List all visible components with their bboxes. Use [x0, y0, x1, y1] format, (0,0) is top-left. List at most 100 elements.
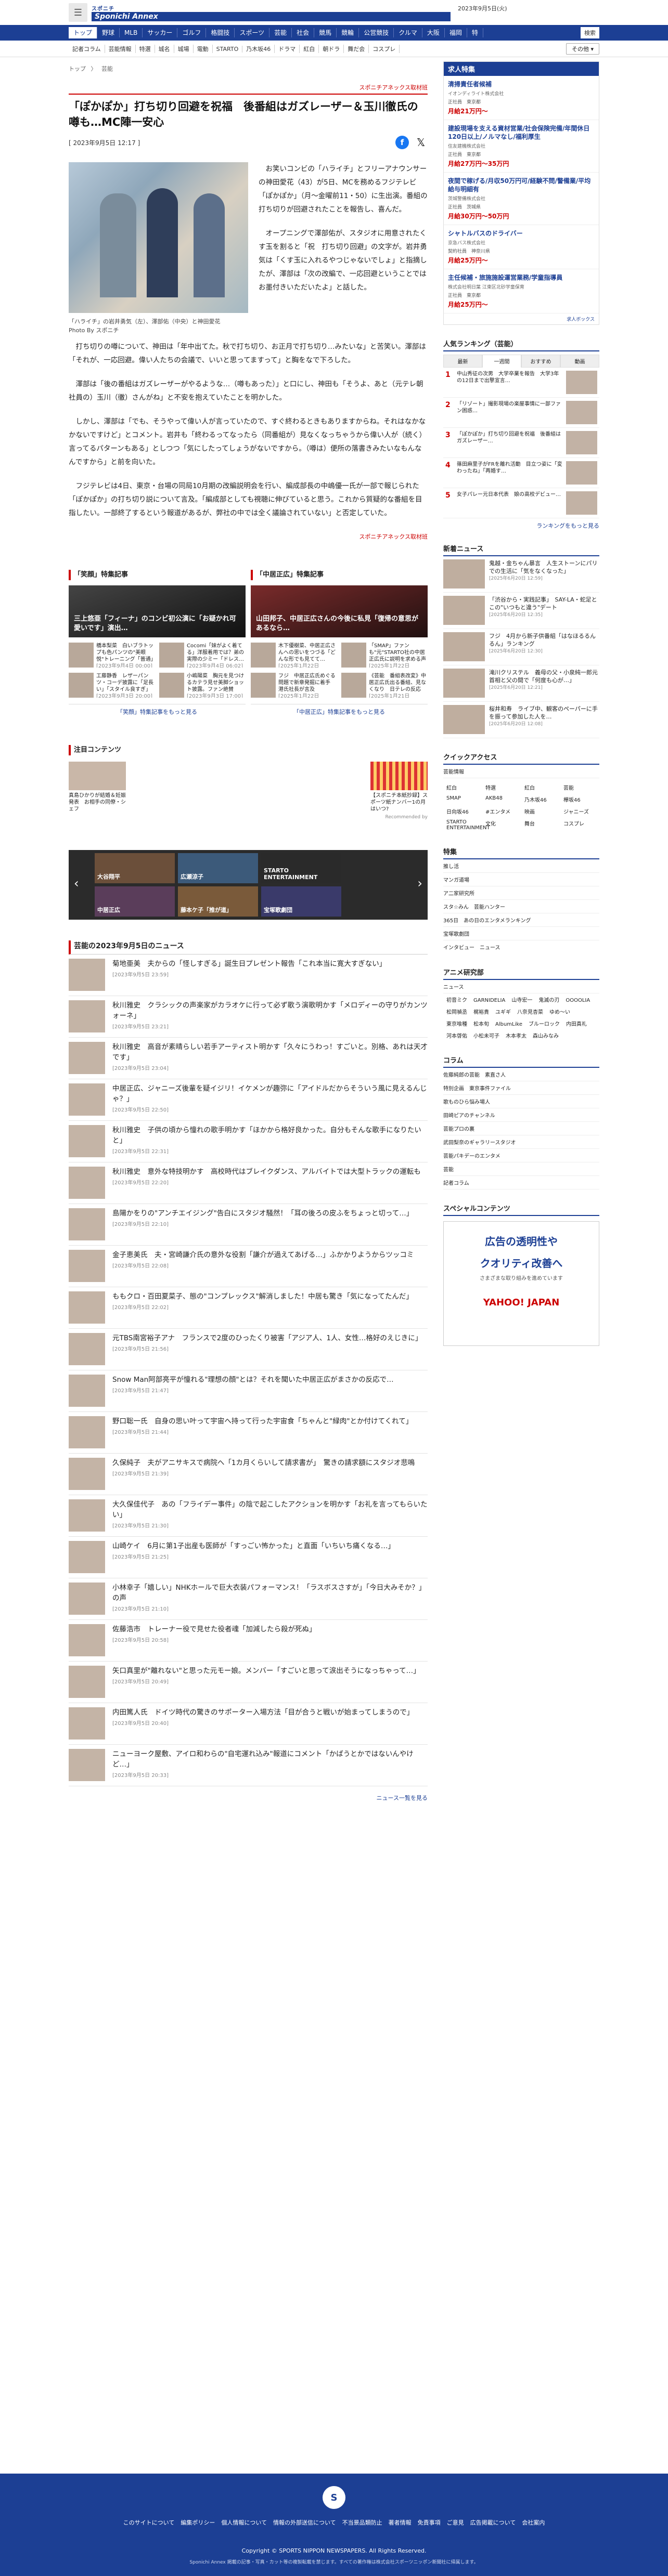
box-hero[interactable]: 山田邦子、中居正広さんの今後に私見「復帰の意思があるなら… [251, 585, 428, 637]
quick-link[interactable]: STARTO ENTERTAINMENT [443, 817, 490, 833]
column-link[interactable]: 武田梨奈のギャラリースタジオ [443, 1135, 599, 1149]
box-more-link[interactable]: 「笑顔」特集記事をもっと見る [69, 704, 246, 716]
column-link[interactable]: 芸能 [443, 1162, 599, 1176]
anime-tag[interactable]: 梶裕貴 [470, 1005, 492, 1017]
nav-item[interactable]: 福岡 [445, 28, 467, 37]
quick-link[interactable]: 文化 [482, 817, 521, 833]
anime-tag[interactable]: 八奈見杏菜 [514, 1005, 546, 1017]
news-item[interactable]: 秋川雅史 意外な特技明かす 高校時代はブレイクダンス、アルバイトでは大型トラック… [69, 1162, 428, 1204]
site-logo[interactable]: スポニチ Sponichi Annex [92, 4, 451, 21]
box-item[interactable]: 工藤静香 レザーパンツ・コーデ披露に「足長い」「スタイル良すぎ」 [2023年9月… [69, 673, 155, 698]
news-item[interactable]: 山崎ケイ 6月に第1子出産も医師が「すっごい怖かった」と直面「いちいち痛くなる…… [69, 1537, 428, 1578]
anime-tag[interactable]: GARNIDELIA [470, 996, 508, 1005]
nav-item[interactable]: 芸能 [269, 28, 292, 37]
subnav-item[interactable]: 城場 [174, 45, 194, 53]
column-link[interactable]: 歌ものひら悩み場人 [443, 1095, 599, 1108]
box-item[interactable]: フジ 中居正広氏めぐる問題で新章発掘に着手 港氏社長が言及 [2025年1月22日… [251, 673, 337, 698]
subnav-item[interactable]: 紅白 [300, 45, 319, 53]
breadcrumb-category[interactable]: 芸能 [101, 66, 113, 72]
quick-link[interactable]: 芸能 [560, 781, 599, 793]
news-item[interactable]: 佐藤浩市 トレーナー役で見せた役者魂「加減したら殺が死ぬ」 [2023年9月5日 … [69, 1620, 428, 1662]
notice-card[interactable]: 【スポニチ本紙抄録】スポーツ紙ナンバー1の月はいつ? [370, 762, 428, 813]
news-item[interactable]: Snow Man阿部亮平が憧れる"理想の顔"とは？それを聞いた中居正広がまさかの… [69, 1370, 428, 1412]
news-item[interactable]: 秋川雅史 クラシックの声楽家がカラオケに行って必ず歌う演歌明かす「メロディーの守… [69, 996, 428, 1038]
quick-link[interactable]: 特選 [482, 781, 521, 793]
anime-tag[interactable]: ブルーロック [525, 1017, 563, 1029]
subnav-item[interactable]: 電動 [194, 45, 213, 53]
carousel-item[interactable]: 大谷翔平 [95, 853, 175, 883]
quick-sub[interactable]: 芸能情報 [443, 765, 599, 778]
feature-link[interactable]: ア二家研究所 [443, 886, 599, 900]
quick-link[interactable]: 映画 [521, 805, 560, 817]
news-item[interactable]: 久保純子 夫がアニサキスで病院へ「1カ月くらいして請求書が」 驚きの請求額にスタ… [69, 1454, 428, 1495]
subnav-item[interactable]: 記者コラム [69, 45, 105, 53]
nav-item[interactable]: スポーツ [235, 28, 270, 37]
box-item[interactable]: 「SMAP」ファンも"元"STARTO社の中居正広氏に説明を求める声 [2025年… [341, 643, 428, 668]
menu-icon[interactable]: ☰ [69, 3, 87, 22]
news-item[interactable]: ニューヨーク屋敷、アイロ和わらの"自宅運れ込み"報道にコメント「かばうとかではな… [69, 1745, 428, 1786]
job-item[interactable]: シャトルバスのドライバー 京急バス株式会社 契約社員 神奈川県 月給25万円～ [444, 225, 599, 269]
quick-link[interactable]: #エンタメ [482, 805, 521, 817]
anime-tag[interactable]: 松本旬 [470, 1017, 492, 1029]
column-link[interactable]: 田崎ピアのチャンネル [443, 1108, 599, 1122]
ranking-tab[interactable]: 動画 [560, 355, 599, 368]
footer-link[interactable]: 会社案内 [522, 2518, 545, 2527]
carousel-item[interactable]: 広瀬涼子 [178, 853, 258, 883]
box-more-link[interactable]: 「中居正広」特集記事をもっと見る [251, 704, 428, 716]
footer-link[interactable]: 不当景品類防止 [342, 2518, 382, 2527]
box-item[interactable]: 《芸能 番組表改変》中居正広氏出る番組、見なくなり 日テレの反応 [2025年1月… [341, 673, 428, 698]
ranking-item[interactable]: 5 女子パレー元日本代表 娘の高校デビュー… [443, 488, 599, 518]
job-box-footer[interactable]: 求人ボックス [444, 313, 599, 324]
quick-link[interactable]: 乃木坂46 [521, 793, 560, 805]
anime-tag[interactable]: 山寺宏一 [508, 993, 535, 1005]
news-item[interactable]: 小林幸子「嬉しい」NHKホールで巨大衣装パフォーマンス！「ラスボスさすが」「今日… [69, 1578, 428, 1620]
side-news-item[interactable]: 滝川クリステル 義母の父・小泉純一郎元首相と父の間で「何度も心が…」 [2025年… [443, 665, 599, 702]
job-item[interactable]: 夜間で稼げる/月収50万円可/経験不問/警備業/平均給与明細有 茨城警備株式会社正… [444, 173, 599, 225]
news-item[interactable]: 島陽かをりの"アンチエイジング"告白にスタジオ騒然！「耳の後ろの皮ふをちょっと切… [69, 1204, 428, 1246]
nav-item[interactable]: 社会 [292, 28, 315, 37]
nav-item[interactable]: 特 [467, 28, 483, 37]
carousel-item[interactable]: 中居正広 [95, 886, 175, 917]
quick-link[interactable]: 欅坂46 [560, 793, 599, 805]
footer-link[interactable]: 編集ポリシー [181, 2518, 215, 2527]
ranking-item[interactable]: 1 中山秀征の次男 大学卒業を報告 大学3年の12日まで出撃宣言… [443, 368, 599, 398]
nav-item[interactable]: ゴルフ [177, 28, 207, 37]
ad-banner[interactable]: 広告の透明性や クオリティ改善へ さまざまな取り組みを進めています YAHOO!… [443, 1221, 599, 1346]
footer-link[interactable]: 免責事項 [418, 2518, 441, 2527]
column-link[interactable]: 記者コラム [443, 1176, 599, 1189]
feature-link[interactable]: 宝塚歌劇団 [443, 927, 599, 940]
side-news-item[interactable]: 鬼越・金ちゃん暴言 人生ストーンにパリでの生活に「気をなくなった」 [2025年6… [443, 556, 599, 593]
ranking-tab[interactable]: おすすめ [521, 355, 560, 368]
anime-tag[interactable]: 鬼滅の刃 [535, 993, 562, 1005]
ranking-item[interactable]: 2 「リゾート」撮影現場の楽屋事情に一部ファン困惑… [443, 398, 599, 428]
news-item[interactable]: 中居正広、ジャニーズ後輩を疑イジリ！イケメンが趣弥に「アイドルだからそういう風に… [69, 1079, 428, 1121]
quick-link[interactable]: コスプレ [560, 817, 599, 833]
anime-tag[interactable]: 松岡禎丞 [443, 1005, 470, 1017]
breadcrumb-top[interactable]: トップ [69, 66, 86, 72]
x-share-icon[interactable]: 𝕏 [414, 136, 428, 149]
subnav-item[interactable]: コスプレ [369, 45, 400, 53]
search-button[interactable]: 検索 [581, 27, 599, 38]
box-hero[interactable]: 三上悠亜「フィーナ」のコンビ初公演に「お疑かれ可愛いです」演出… [69, 585, 246, 637]
footer-link[interactable]: 広告掲載について [470, 2518, 516, 2527]
job-item[interactable]: 建設現場を支える資材営業/社会保険完備/年間休日120日以上/ノルマなし/福利厚… [444, 120, 599, 173]
anime-tag[interactable]: ユギギ [492, 1005, 514, 1017]
subnav-item[interactable]: 乃木坂46 [242, 45, 275, 53]
quick-link[interactable]: 紅白 [521, 781, 560, 793]
footer-logo[interactable]: S [323, 2486, 345, 2509]
nav-item[interactable]: MLB [120, 28, 143, 37]
feature-link[interactable]: マンガ道場 [443, 873, 599, 886]
notice-card[interactable]: 真島ひかりが結婚＆妊娠発表 お相手の同僚・シェフ [69, 762, 126, 813]
box-item[interactable]: 小嶋陽菜 胸元を見つけるカテラ見せ美脚ショット披露。ファン絶賛 [2023年9月3… [159, 673, 246, 698]
subnav-item[interactable]: 芸能情報 [105, 45, 136, 53]
column-link[interactable]: 特別企画 東京事件ファイル [443, 1081, 599, 1095]
box-item[interactable]: 橋本梨菜 白いブラトップも色パンツの"美眼悦"トレーニング「普通」 [2023年9… [69, 643, 155, 668]
side-news-item[interactable]: 「渋谷から・実践記事」 SAY-LA・蛇足とこの"いつもと違う"デート [2025… [443, 593, 599, 629]
news-item[interactable]: 矢口真里が"離れない"と思った元モー娘。メンバー「すごいと思って涙出そうになっち… [69, 1662, 428, 1703]
footer-link[interactable]: ご意見 [447, 2518, 464, 2527]
subnav-item[interactable]: 特選 [136, 45, 155, 53]
nav-item[interactable]: 競輪 [337, 28, 359, 37]
subnav-more-button[interactable]: その他 ▾ [566, 43, 599, 55]
anime-tag[interactable]: 森山みなみ [530, 1029, 562, 1041]
anime-tag[interactable]: 木本孝太 [503, 1029, 530, 1041]
